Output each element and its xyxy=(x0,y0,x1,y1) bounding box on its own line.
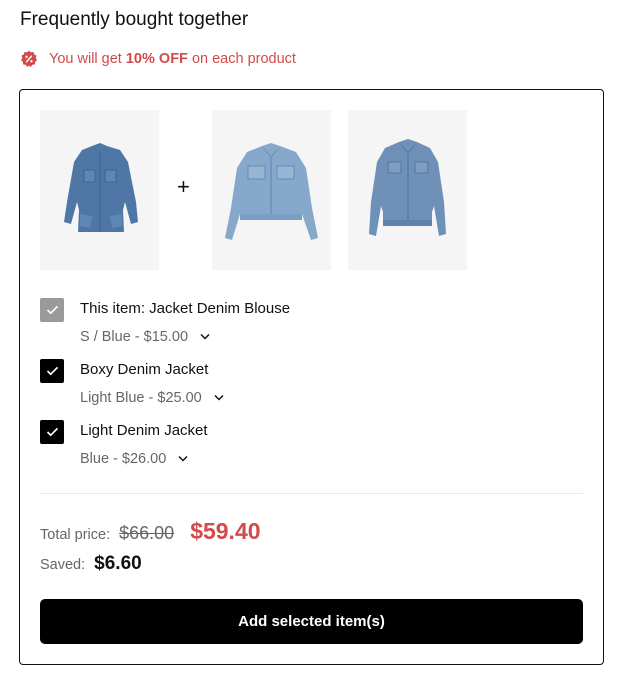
product-image-boxy-denim-jacket[interactable] xyxy=(212,110,331,270)
denim-blouse-image xyxy=(64,143,138,232)
total-price-row: Total price: $66.00 $59.40 xyxy=(40,518,261,545)
divider xyxy=(40,493,583,494)
chevron-down-icon xyxy=(200,333,210,340)
variant-value: Blue - $26.00 xyxy=(80,451,167,467)
section-title: Frequently bought together xyxy=(20,9,249,30)
plus-sign: + xyxy=(177,174,190,199)
discount-promo: You will get 10% OFF on each product xyxy=(20,50,296,68)
boxy-denim-jacket-image xyxy=(225,143,318,240)
promo-percent: 10% OFF xyxy=(125,51,188,67)
checkmark-icon xyxy=(46,427,58,437)
checkmark-icon xyxy=(46,366,58,376)
chevron-down-icon xyxy=(178,455,188,462)
variant-value: S / Blue - $15.00 xyxy=(80,329,189,345)
saved-label: Saved: xyxy=(40,557,86,573)
bundle-box: + This item: Jacket Denim Blouse S / Blu… xyxy=(19,89,604,665)
promo-text-after: on each product xyxy=(191,51,296,67)
product-image-jacket-denim-blouse[interactable] xyxy=(40,110,159,270)
chevron-down-icon xyxy=(214,394,224,401)
item-name: Light Denim Jacket xyxy=(80,422,208,439)
product-image-light-denim-jacket[interactable] xyxy=(348,110,467,270)
variant-select-boxy-denim-jacket[interactable]: Light Blue - $25.00 xyxy=(80,390,224,406)
item-checkbox-light-denim-jacket[interactable] xyxy=(40,420,64,444)
total-price-label: Total price: xyxy=(40,527,111,543)
item-name: This item: Jacket Denim Blouse xyxy=(80,300,291,317)
variant-select-light-denim-jacket[interactable]: Blue - $26.00 xyxy=(80,451,188,467)
checkmark-icon xyxy=(46,305,58,315)
add-selected-items-button[interactable]: Add selected item(s) xyxy=(40,599,583,644)
item-checkbox-boxy-denim-jacket[interactable] xyxy=(40,359,64,383)
discounted-price: $59.40 xyxy=(190,518,261,544)
saved-amount: $6.60 xyxy=(94,553,142,574)
saved-row: Saved: $6.60 xyxy=(40,553,142,575)
promo-text-before: You will get xyxy=(49,51,122,67)
original-price: $66.00 xyxy=(119,523,175,543)
light-denim-jacket-image xyxy=(369,139,446,236)
item-name: Boxy Denim Jacket xyxy=(80,361,209,378)
item-checkbox-jacket-denim-blouse[interactable] xyxy=(40,298,64,322)
discount-badge-icon xyxy=(20,50,38,67)
variant-value: Light Blue - $25.00 xyxy=(80,390,202,406)
variant-select-jacket-denim-blouse[interactable]: S / Blue - $15.00 xyxy=(80,329,210,345)
